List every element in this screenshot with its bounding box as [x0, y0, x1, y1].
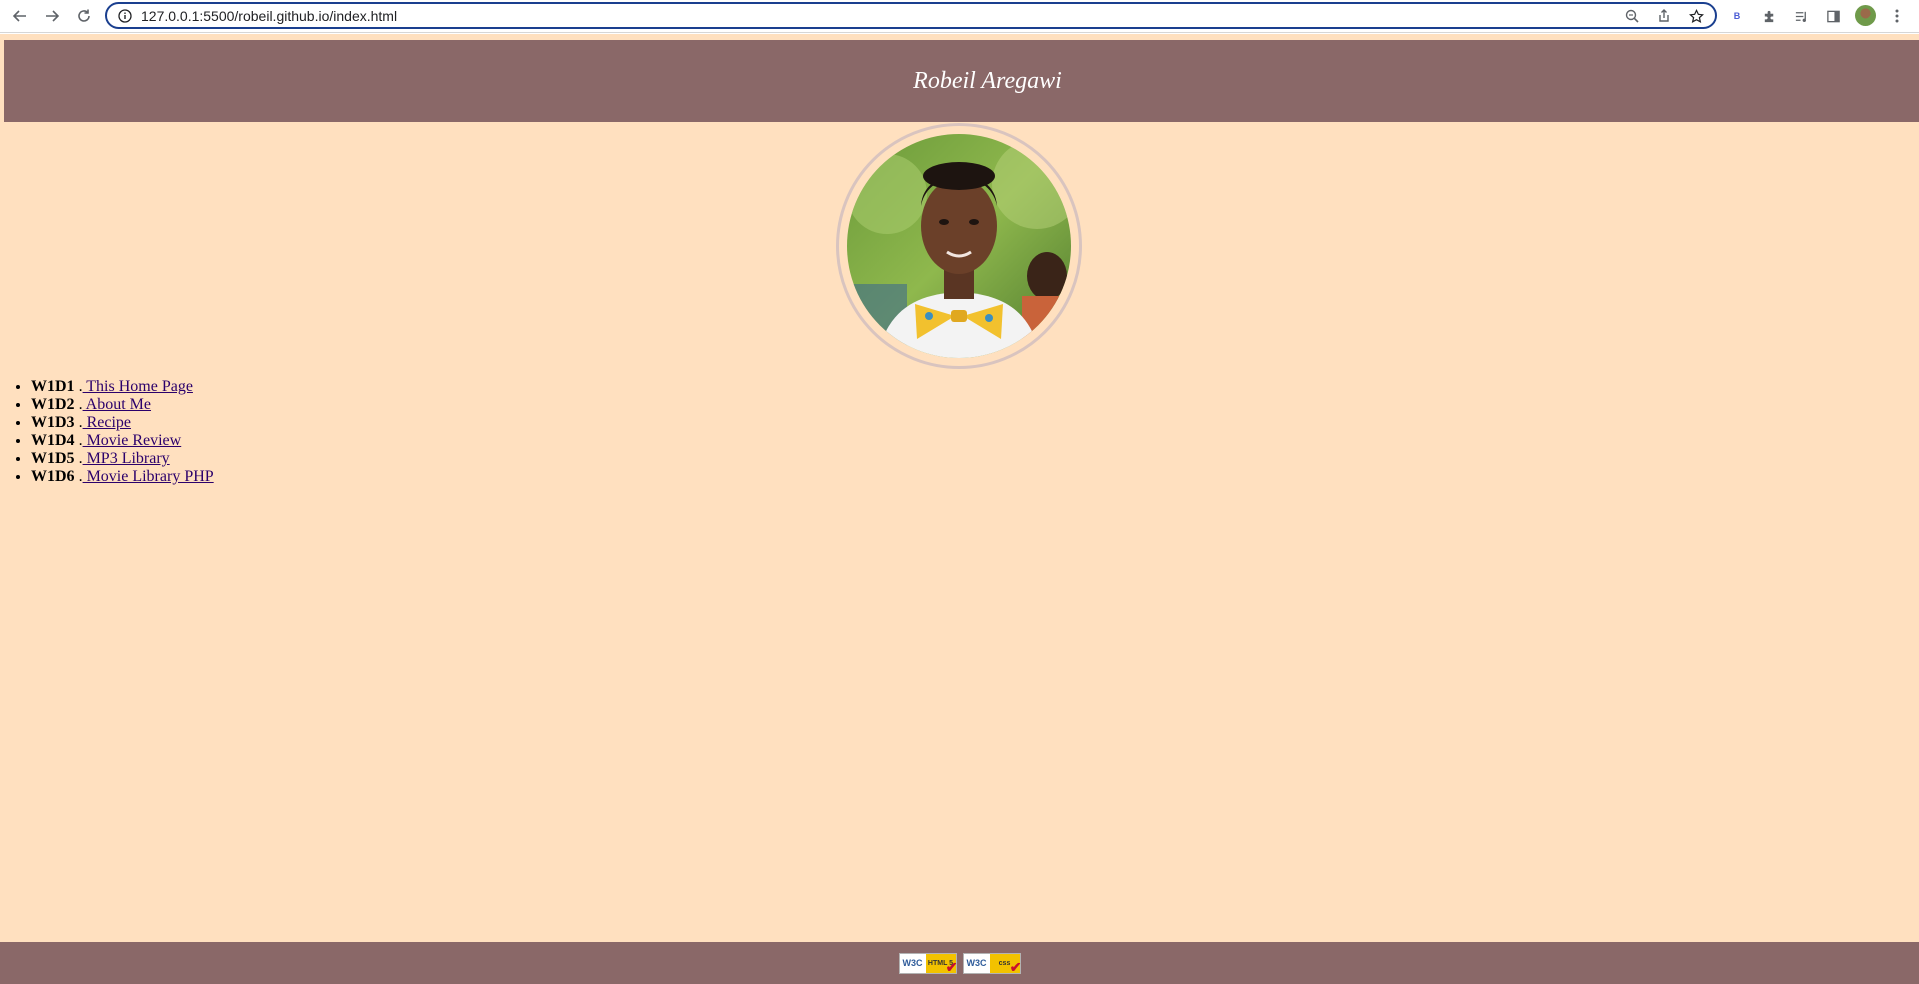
menu-kebab-icon[interactable] [1886, 5, 1908, 27]
zoom-icon[interactable] [1623, 7, 1641, 25]
side-panel-icon[interactable] [1822, 5, 1844, 27]
link-mp3-library[interactable]: MP3 Library [83, 450, 170, 467]
forward-icon[interactable] [40, 4, 64, 28]
link-about-me[interactable]: About Me [83, 396, 151, 413]
w3c-html5-badge[interactable]: W3C HTML 5 ✔ [898, 952, 958, 975]
site-info-icon[interactable] [117, 8, 133, 24]
profile-photo [847, 134, 1071, 358]
checkmark-icon: ✔ [1009, 958, 1022, 975]
list-item: W1D6 . Movie Library PHP [31, 468, 214, 486]
site-header: Robeil Aregawi [4, 40, 1919, 122]
link-recipe[interactable]: Recipe [83, 414, 131, 431]
media-controls-icon[interactable] [1790, 5, 1812, 27]
checkmark-icon: ✔ [945, 958, 958, 975]
link-movie-library-php[interactable]: Movie Library PHP [83, 468, 214, 485]
list-item: W1D2 . About Me [31, 396, 214, 414]
extensions-puzzle-icon[interactable] [1758, 5, 1780, 27]
weekly-assignments-list: W1D1 . This Home Page W1D2 . About Me W1… [10, 378, 214, 486]
address-bar[interactable]: 127.0.0.1:5500/robeil.github.io/index.ht… [105, 2, 1717, 29]
address-bar-url: 127.0.0.1:5500/robeil.github.io/index.ht… [141, 8, 398, 24]
extension-b-icon[interactable]: B [1726, 5, 1748, 27]
page-content: Robeil Aregawi • W1D1 . This Home Page •… [0, 34, 1919, 984]
site-footer: W3C HTML 5 ✔ W3C css ✔ [0, 942, 1919, 984]
bookmark-star-icon[interactable] [1687, 7, 1705, 25]
list-item: W1D3 . Recipe [31, 414, 214, 432]
back-icon[interactable] [8, 4, 32, 28]
link-this-home-page[interactable]: This Home Page [83, 378, 193, 395]
browser-toolbar: 127.0.0.1:5500/robeil.github.io/index.ht… [0, 0, 1919, 33]
site-title: Robeil Aregawi [913, 67, 1062, 94]
list-item: W1D5 . MP3 Library [31, 450, 214, 468]
link-movie-review[interactable]: Movie Review [83, 432, 182, 449]
profile-photo-frame [836, 123, 1082, 369]
reload-icon[interactable] [72, 4, 96, 28]
list-item: W1D4 . Movie Review [31, 432, 214, 450]
list-item: W1D1 . This Home Page [31, 378, 214, 396]
share-icon[interactable] [1655, 7, 1673, 25]
profile-avatar[interactable] [1855, 5, 1876, 26]
w3c-css-badge[interactable]: W3C css ✔ [962, 952, 1022, 975]
